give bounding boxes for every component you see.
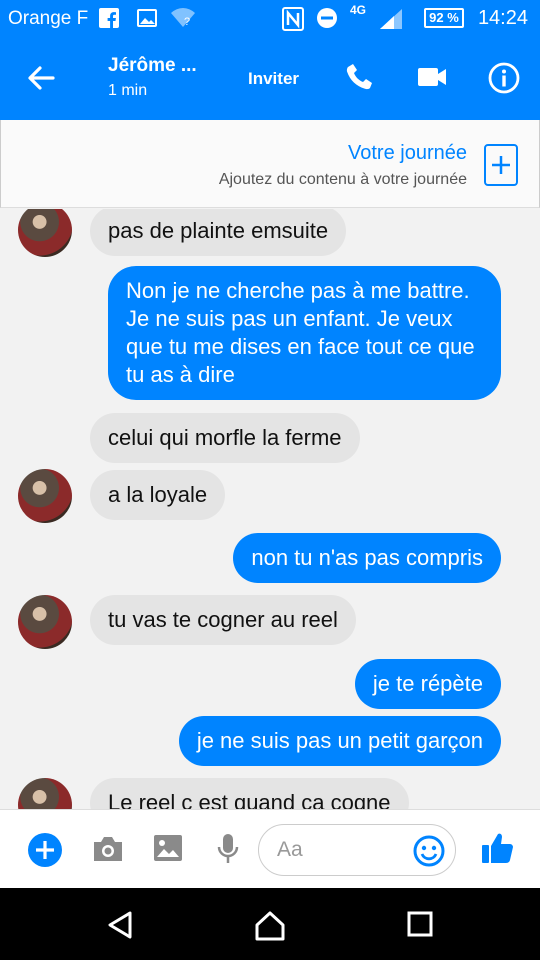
network-type: 4G	[350, 3, 367, 17]
status-bar: Orange F ? 4G 92 % 14:24	[0, 0, 540, 37]
message-incoming[interactable]: tu vas te cogner au reel	[90, 595, 356, 645]
message-composer: Aa	[0, 809, 540, 888]
message-incoming[interactable]: a la loyale	[90, 470, 226, 520]
add-more-icon[interactable]	[27, 832, 63, 868]
contact-avatar[interactable]	[18, 595, 72, 649]
camera-icon[interactable]	[91, 834, 125, 864]
your-day-banner[interactable]: Votre journée Ajoutez du contenu à votre…	[0, 120, 540, 208]
message-outgoing[interactable]: Non je ne cherche pas à me battre. Je ne…	[108, 266, 501, 400]
message-incoming[interactable]: celui qui morfle la ferme	[90, 413, 360, 463]
emoji-icon[interactable]	[412, 834, 446, 868]
message-outgoing[interactable]: je te répète	[354, 659, 501, 709]
nav-home-icon[interactable]	[253, 910, 287, 942]
carrier-name: Orange F	[8, 8, 89, 29]
conversation-header: Jérôme ... 1 min Inviter	[0, 37, 540, 120]
message-outgoing[interactable]: non tu n'as pas compris	[233, 533, 501, 583]
contact-name[interactable]: Jérôme ...	[108, 55, 197, 77]
like-thumb-icon[interactable]	[480, 830, 516, 866]
svg-text:?: ?	[184, 16, 190, 28]
nav-recents-icon[interactable]	[406, 910, 434, 938]
phone-call-icon[interactable]	[344, 61, 376, 93]
image-notification-icon	[137, 9, 157, 27]
message-incoming[interactable]: pas de plainte emsuite	[90, 209, 347, 256]
message-incoming[interactable]: Le reel c est quand ca cogne	[90, 778, 409, 809]
facebook-notification-icon	[99, 8, 119, 28]
plus-icon	[492, 156, 510, 174]
your-day-title[interactable]: Votre journée	[348, 142, 467, 165]
battery-indicator: 92 %	[424, 8, 464, 28]
contact-avatar[interactable]	[18, 778, 72, 809]
invite-button[interactable]: Inviter	[248, 69, 299, 89]
message-outgoing[interactable]: je ne suis pas un petit garçon	[178, 716, 501, 766]
nfc-icon	[282, 7, 304, 31]
clock: 14:24	[477, 7, 528, 29]
signal-icon	[380, 9, 402, 29]
active-status: 1 min	[108, 82, 148, 99]
video-call-icon[interactable]	[416, 61, 448, 93]
nav-back-icon[interactable]	[106, 910, 134, 940]
system-navigation-bar	[0, 888, 540, 960]
add-to-day-button[interactable]	[484, 144, 518, 186]
microphone-icon[interactable]	[216, 832, 240, 866]
wifi-icon: ?	[171, 8, 195, 28]
contact-avatar[interactable]	[18, 469, 72, 523]
message-list[interactable]: pas de plainte emsuite Non je ne cherche…	[0, 209, 540, 809]
contact-avatar[interactable]	[18, 209, 72, 257]
info-icon[interactable]	[487, 61, 521, 95]
do-not-disturb-icon	[317, 8, 337, 28]
gallery-icon[interactable]	[152, 833, 184, 863]
back-arrow-icon[interactable]	[26, 63, 56, 93]
your-day-subtitle: Ajoutez du contenu à votre journée	[218, 171, 467, 188]
